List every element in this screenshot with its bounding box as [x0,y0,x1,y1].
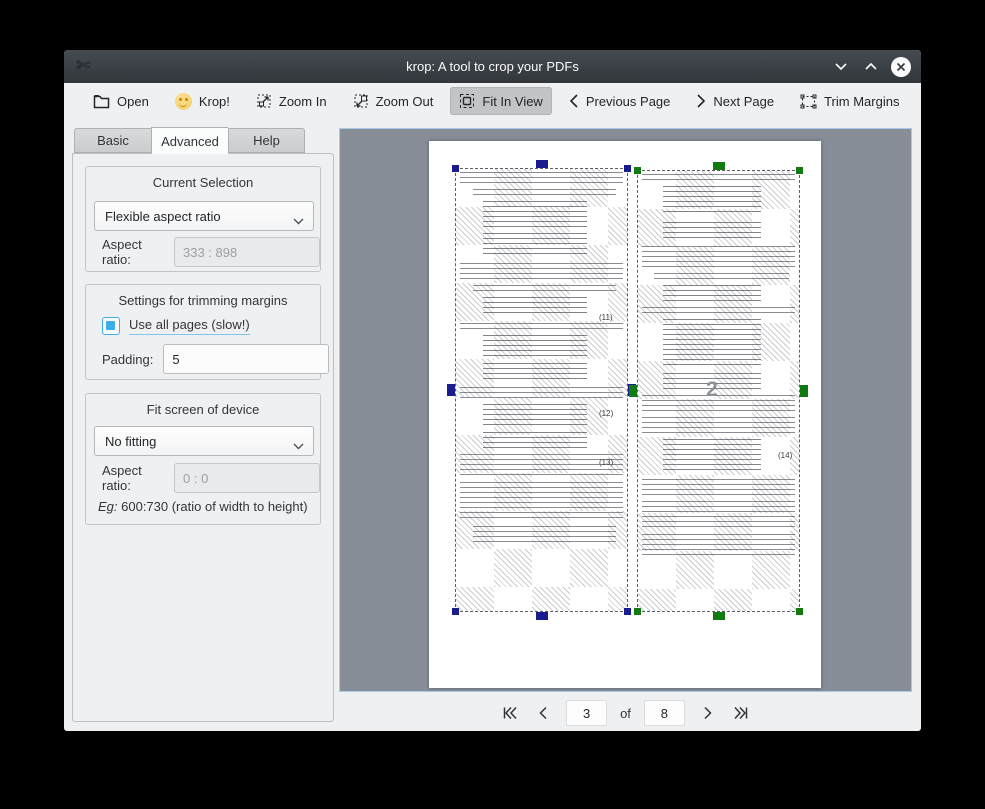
trim-margins-button[interactable]: Trim Margins [791,88,908,115]
chevron-left-icon [569,93,579,109]
crop-region-right[interactable] [637,170,800,612]
fit-in-view-icon [459,93,475,109]
chevron-right-icon [696,93,706,109]
total-pages-input[interactable] [644,700,685,726]
aspect-mode-dropdown[interactable]: Flexible aspect ratio [94,201,314,231]
example-hint: Eg: 600:730 (ratio of width to height) [98,499,308,514]
padding-label: Padding: [102,352,153,367]
scissors-app-icon: ✄ [76,56,90,76]
resize-handle-top-left[interactable] [634,167,641,174]
resize-handle-left[interactable] [629,385,637,397]
smiley-icon [175,93,192,110]
titlebar[interactable]: ✄ krop: A tool to crop your PDFs [64,50,921,83]
aspect-ratio-label: Aspect ratio: [102,237,164,267]
zoom-in-icon [256,93,272,109]
previous-page-nav-button[interactable] [533,701,553,725]
chevron-down-icon [293,438,304,453]
zoom-in-label: Zoom In [279,94,327,109]
fit-mode-value: No fitting [105,434,156,449]
fit-device-group: Fit screen of device No fitting Aspect r… [85,393,321,525]
last-page-button[interactable] [731,701,751,725]
resize-handle-top-left[interactable] [452,165,459,172]
trim-margins-icon [800,94,817,109]
krop-button[interactable]: Krop! [166,87,239,116]
window-title: krop: A tool to crop your PDFs [64,59,921,74]
folder-open-icon [93,94,110,109]
use-all-pages-label: Use all pages (slow!) [129,317,250,335]
resize-handle-top-right[interactable] [796,167,803,174]
zoom-out-label: Zoom Out [376,94,434,109]
fit-mode-dropdown[interactable]: No fitting [94,426,314,456]
selection-hatch-pattern [456,169,627,611]
selection-hatch-pattern [638,171,799,611]
close-button[interactable] [891,57,911,77]
device-aspect-ratio-input [174,463,320,493]
previous-page-label: Previous Page [586,94,671,109]
tab-basic[interactable]: Basic [74,128,151,153]
of-label: of [620,706,631,721]
resize-handle-bottom-left[interactable] [452,608,459,615]
first-page-button[interactable] [500,701,520,725]
trim-settings-title: Settings for trimming margins [86,285,320,308]
advanced-tab-panel: Current Selection Flexible aspect ratio … [72,153,334,722]
pdf-page[interactable]: (11) (12) (13) (14) 2 [429,141,821,688]
use-all-pages-checkbox-row[interactable]: Use all pages (slow!) [102,317,250,335]
next-page-button[interactable]: Next Page [687,87,783,115]
aspect-mode-value: Flexible aspect ratio [105,209,221,224]
crop-region-left[interactable] [455,168,628,612]
zoom-out-icon [353,93,369,109]
page-navigation-bar: of [339,699,912,727]
resize-handle-top[interactable] [713,162,725,170]
fit-in-view-label: Fit In View [482,94,542,109]
current-page-input[interactable] [566,700,607,726]
pdf-preview-viewport[interactable]: (11) (12) (13) (14) 2 [339,128,912,692]
fit-in-view-button[interactable]: Fit In View [450,87,551,115]
aspect-ratio-input [174,237,320,267]
current-selection-title: Current Selection [86,167,320,190]
open-label: Open [117,94,149,109]
resize-handle-bottom-right[interactable] [796,608,803,615]
device-aspect-ratio-label: Aspect ratio: [102,463,164,493]
resize-handle-bottom[interactable] [713,612,725,620]
resize-handle-top-right[interactable] [624,165,631,172]
trim-margins-label: Trim Margins [824,94,899,109]
resize-handle-bottom-right[interactable] [624,608,631,615]
zoom-in-button[interactable]: Zoom In [247,87,336,115]
minimize-button[interactable] [831,57,851,77]
open-button[interactable]: Open [84,88,158,115]
resize-handle-left[interactable] [447,384,455,396]
resize-handle-right[interactable] [800,385,808,397]
trim-settings-group: Settings for trimming margins Use all pa… [85,284,321,380]
example-prefix: Eg: [98,499,118,514]
next-page-nav-button[interactable] [698,701,718,725]
maximize-button[interactable] [861,57,881,77]
previous-page-button[interactable]: Previous Page [560,87,680,115]
example-text: 600:730 (ratio of width to height) [118,499,308,514]
current-selection-group: Current Selection Flexible aspect ratio … [85,166,321,272]
next-page-label: Next Page [713,94,774,109]
settings-tabbar: Basic Advanced Help [74,128,305,154]
app-window: ✄ krop: A tool to crop your PDFs Open Kr… [64,50,921,731]
padding-input[interactable] [163,344,329,374]
checkbox-checked-icon[interactable] [102,317,120,335]
resize-handle-top[interactable] [536,160,548,168]
chevron-down-icon [293,213,304,228]
main-toolbar: Open Krop! Zoom In Zoom Out Fit In View … [64,83,921,119]
tab-help[interactable]: Help [228,128,305,153]
resize-handle-bottom[interactable] [536,612,548,620]
resize-handle-bottom-left[interactable] [634,608,641,615]
fit-device-title: Fit screen of device [86,394,320,417]
tab-advanced[interactable]: Advanced [151,127,228,154]
krop-label: Krop! [199,94,230,109]
zoom-out-button[interactable]: Zoom Out [344,87,443,115]
